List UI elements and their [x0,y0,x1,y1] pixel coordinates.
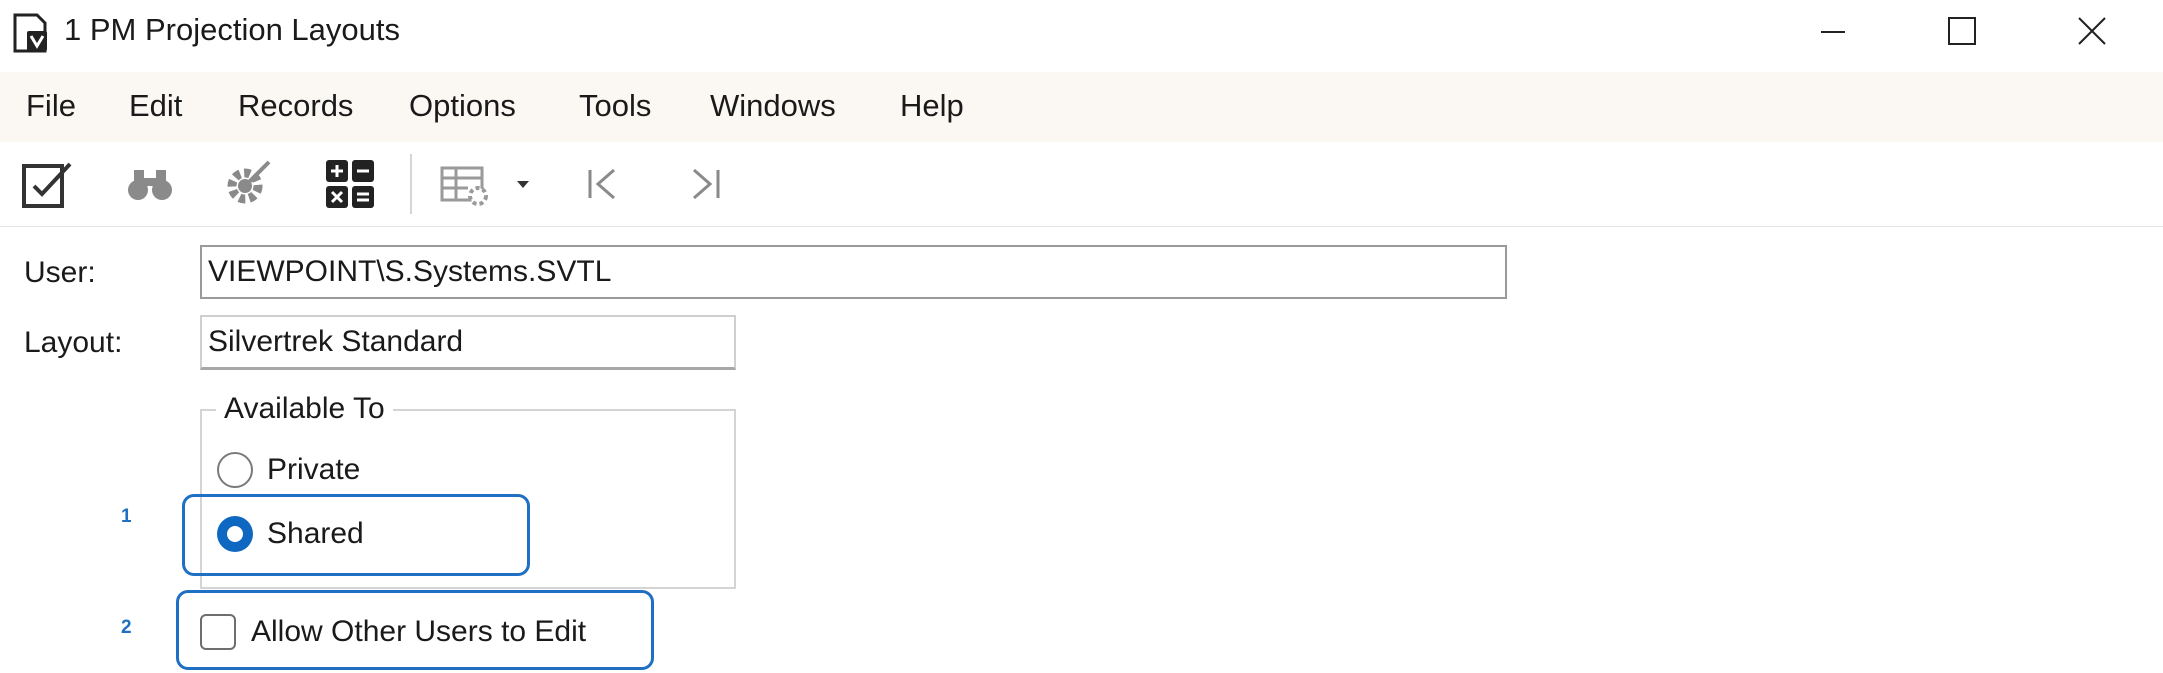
grid-settings-button[interactable] [434,154,498,214]
close-icon [2078,17,2106,45]
menu-tools[interactable]: Tools [579,86,651,126]
save-record-icon [22,162,72,208]
user-label: User: [24,256,96,289]
grid-dropdown-button[interactable] [508,154,538,214]
minimize-icon [1821,31,1845,33]
find-binoculars-icon [128,170,172,200]
callout-box-2 [176,590,654,670]
minimize-button[interactable] [1768,0,1898,62]
user-field[interactable]: VIEWPOINT\S.Systems.SVTL [200,245,1507,299]
save-record-button[interactable] [14,154,78,214]
menu-windows[interactable]: Windows [710,86,836,126]
window-title: 1 PM Projection Layouts [64,12,401,47]
private-radio-label[interactable]: Private [267,451,360,489]
callout-number-2: 2 [121,617,132,638]
first-record-button[interactable] [572,154,636,214]
dropdown-arrow-icon [517,181,529,188]
last-record-button[interactable] [672,154,736,214]
menu-options[interactable]: Options [409,86,516,126]
grid-settings-icon [440,166,488,206]
maximize-button[interactable] [1897,0,2027,62]
find-button[interactable] [118,154,182,214]
menu-records[interactable]: Records [238,86,353,126]
menu-help[interactable]: Help [900,86,964,126]
form-document-icon [9,11,53,55]
toolbar [0,142,2163,227]
private-radio[interactable] [217,452,253,488]
settings-button[interactable] [215,154,279,214]
toolbar-separator [410,154,412,214]
calculator-icon [326,160,374,208]
calculator-button[interactable] [318,154,382,214]
close-button[interactable] [2027,0,2157,62]
first-record-icon [588,168,615,200]
menu-file[interactable]: File [26,86,76,126]
settings-gear-icon [227,160,271,204]
callout-number-1: 1 [121,506,132,527]
pm-projection-layouts-window: 1 PM Projection Layouts File Edit Record… [0,0,2163,673]
callout-box-1 [182,494,530,576]
menu-bar: File Edit Records Options Tools Windows … [0,72,2163,142]
title-bar: 1 PM Projection Layouts [0,0,2163,66]
menu-edit[interactable]: Edit [129,86,182,126]
last-record-icon [693,168,720,200]
layout-field[interactable]: Silvertrek Standard [200,315,736,370]
available-to-legend: Available To [216,390,393,428]
layout-label: Layout: [24,326,123,359]
maximize-icon [1948,17,1976,45]
